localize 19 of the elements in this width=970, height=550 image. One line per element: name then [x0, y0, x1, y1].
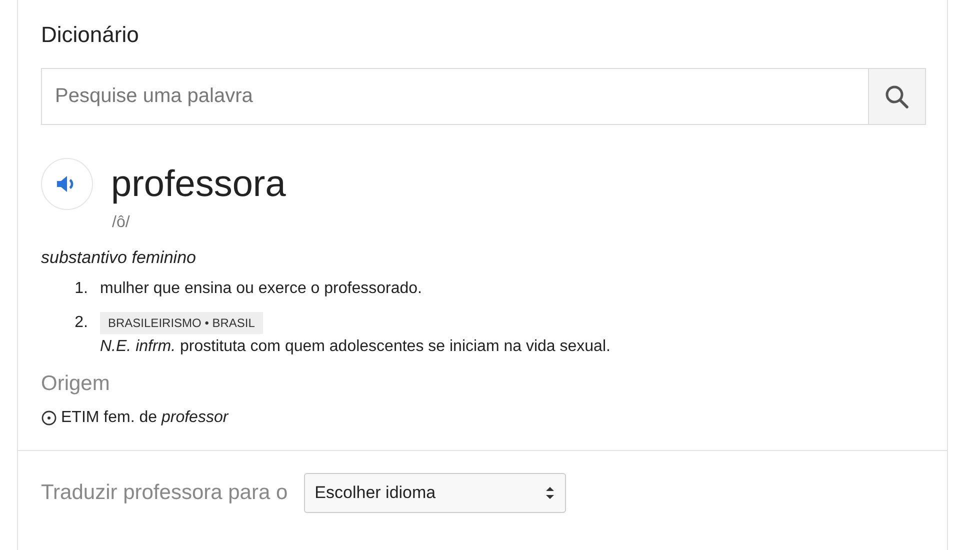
headword: professora	[111, 164, 286, 204]
language-select[interactable]: Escolher idioma	[304, 473, 566, 513]
part-of-speech: substantivo feminino	[41, 248, 196, 268]
definition-number: 2.	[74, 313, 88, 333]
etymology-text: ETIM fem. de professor	[61, 409, 228, 427]
definition-number: 1.	[74, 279, 88, 299]
translate-label: Traduzir professora para o	[41, 481, 288, 505]
usage-tag: BRASILEIRISMO • BRASIL	[100, 312, 263, 334]
definition-text: N.E. infrm. prostituta com quem adolescentes se iniciam na vida sexual.	[100, 338, 610, 355]
search-field[interactable]: Pesquise uma palavra	[41, 68, 868, 125]
panel-title: Dicionário	[41, 21, 140, 49]
definition-text: mulher que ensina ou exerce o professorado.	[100, 280, 422, 297]
pronunciation: /ô/	[112, 214, 130, 232]
search-icon	[884, 84, 910, 110]
audio-button[interactable]	[41, 158, 93, 210]
sort-arrows-icon	[544, 485, 555, 501]
search-button[interactable]	[868, 68, 926, 125]
section-heading: Origem	[41, 372, 110, 396]
circle-dot-icon	[41, 410, 57, 426]
